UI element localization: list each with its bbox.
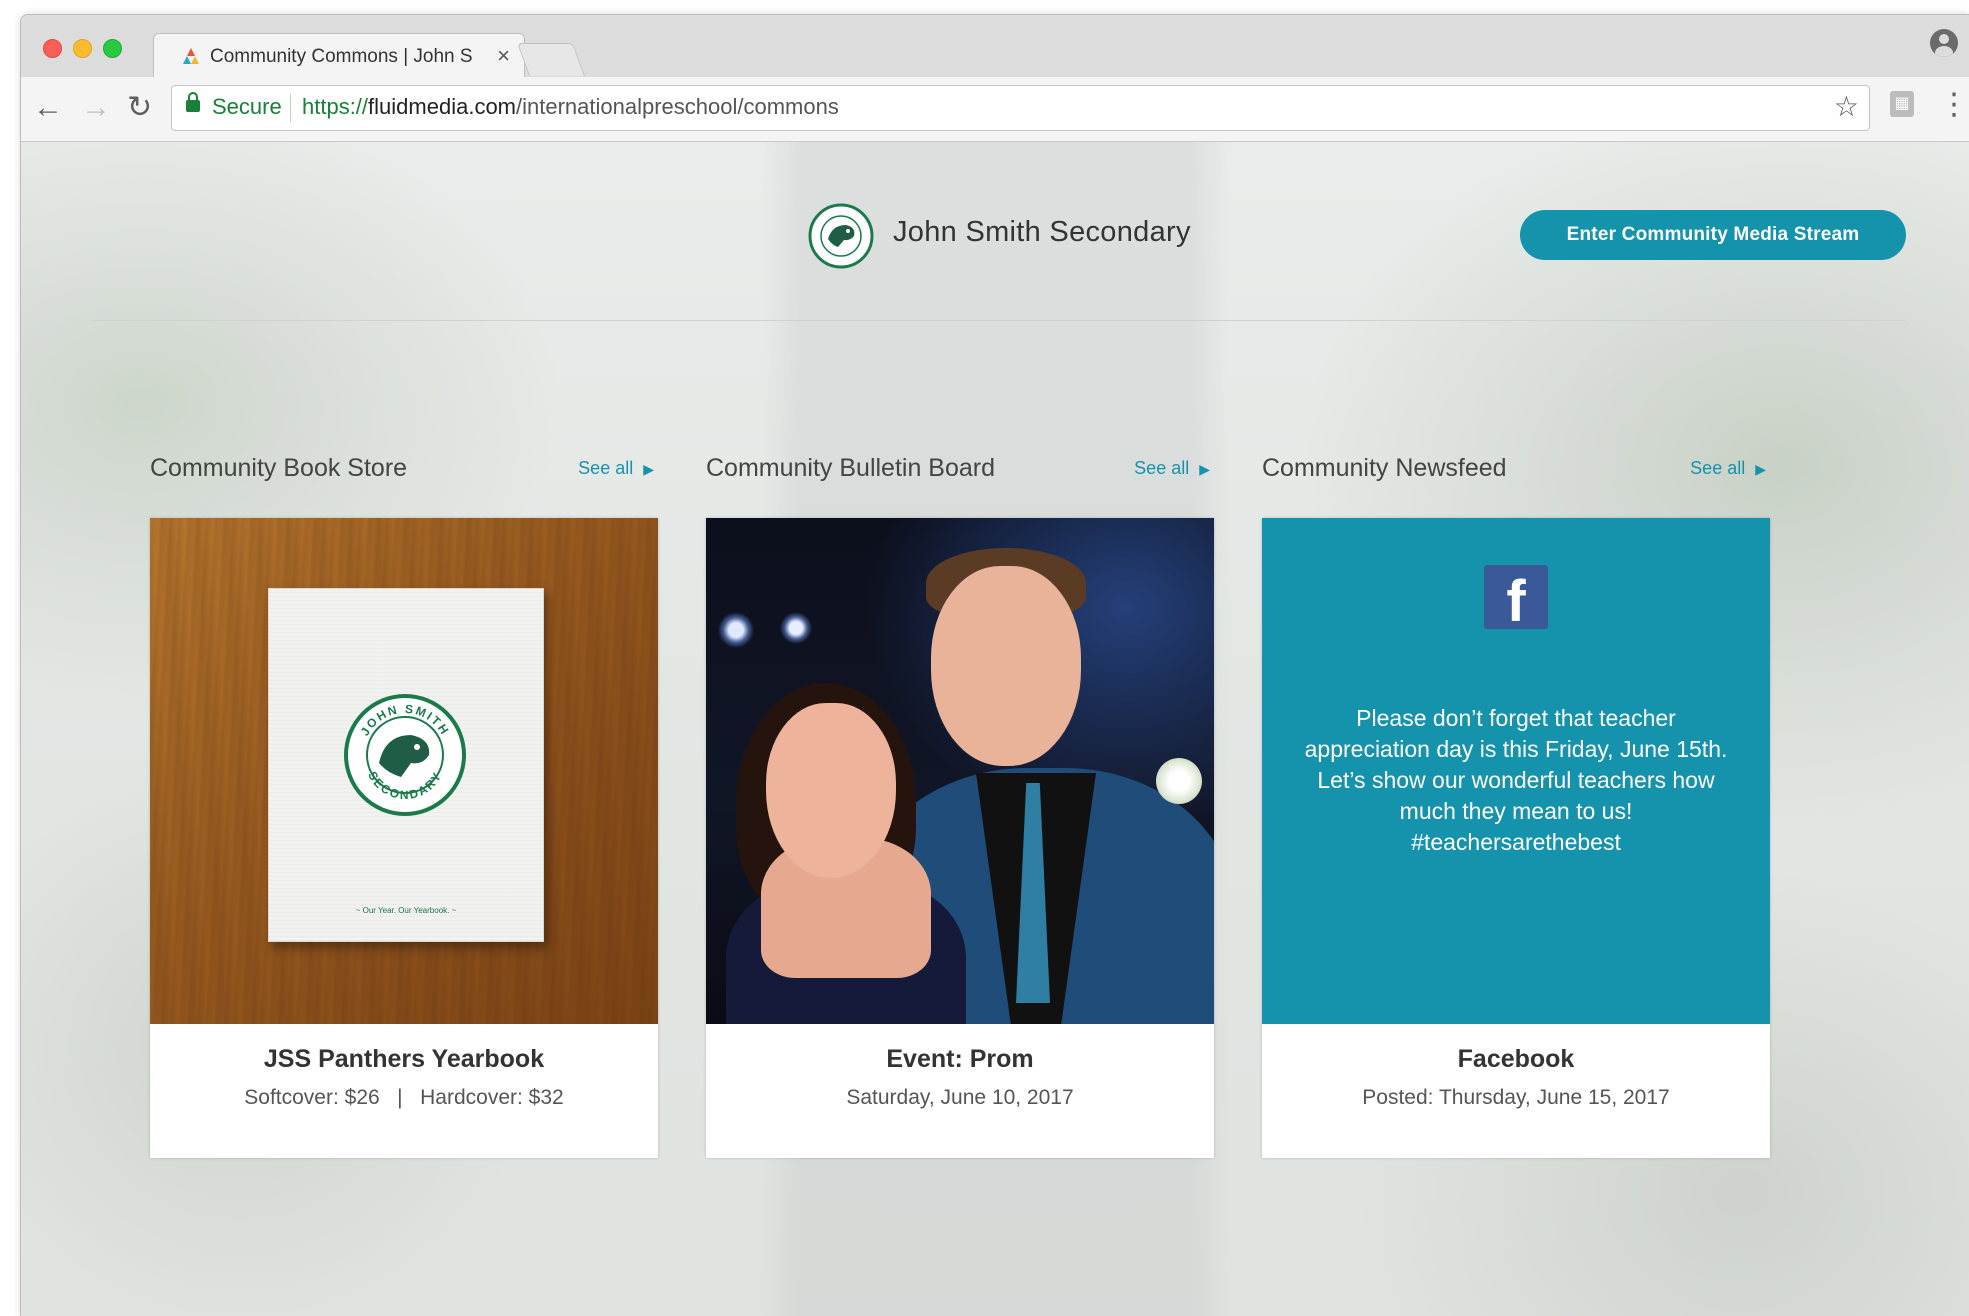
browser-window: Community Commons | John S × ← → ↻ Secur…: [20, 14, 1969, 1316]
enter-media-stream-button[interactable]: Enter Community Media Stream: [1520, 210, 1906, 260]
card-title: JSS Panthers Yearbook: [263, 1045, 545, 1073]
extension-icon[interactable]: ▦: [1890, 91, 1914, 117]
prom-event-card[interactable]: Event: Prom Saturday, June 10, 2017: [706, 518, 1214, 1158]
caret-right-icon: ▶: [643, 461, 654, 477]
site-favicon-icon: [183, 48, 199, 64]
caret-right-icon: ▶: [1199, 461, 1210, 477]
photo-corsage: [1156, 758, 1202, 804]
photo-figure-face: [931, 566, 1081, 766]
card-price: Softcover: $26 | Hardcover: $32: [244, 1086, 564, 1109]
reload-icon[interactable]: ↻: [127, 91, 152, 125]
tab-strip: Community Commons | John S ×: [21, 15, 1969, 78]
facebook-post-card[interactable]: f Please don’t forget that teacher appre…: [1262, 518, 1770, 1158]
browser-toolbar: ← → ↻ Secure https://fluidmedia.com/inte…: [21, 77, 1969, 142]
card-date: Posted: Thursday, June 15, 2017: [1362, 1086, 1670, 1109]
school-name: John Smith Secondary: [893, 216, 1191, 248]
facebook-post-text: Please don’t forget that teacher appreci…: [1304, 705, 1728, 855]
see-all-link[interactable]: See all ▶: [578, 458, 654, 479]
card-title: Facebook: [1457, 1045, 1575, 1073]
url-text[interactable]: https://fluidmedia.com/internationalpres…: [302, 94, 839, 120]
yearbook-cover: JOHN SMITH SECONDARY ~ Our Year. Our Yea…: [268, 588, 544, 942]
maximize-window-button[interactable]: [103, 39, 122, 58]
see-all-label: See all: [1134, 458, 1190, 478]
url-path: /internationalpreschool/commons: [516, 94, 839, 119]
photo-figure-face: [766, 703, 896, 878]
facebook-glyph: f: [1506, 569, 1526, 634]
see-all-link[interactable]: See all ▶: [1690, 458, 1766, 479]
card-title: Event: Prom: [886, 1045, 1034, 1073]
star-icon[interactable]: ☆: [1834, 90, 1859, 123]
school-logo-icon: [808, 203, 874, 269]
url-host: fluidmedia.com: [368, 94, 516, 119]
see-all-label: See all: [578, 458, 634, 478]
tab-title: Community Commons | John S: [210, 46, 473, 67]
address-separator: [290, 94, 291, 122]
facebook-icon: f: [1484, 565, 1548, 634]
lock-icon: [186, 92, 200, 112]
tab-community-commons[interactable]: Community Commons | John S ×: [153, 33, 525, 78]
school-header: John Smith Secondary Enter Community Med…: [21, 142, 1969, 322]
tab-close-icon[interactable]: ×: [497, 43, 510, 69]
yearbook-card[interactable]: JOHN SMITH SECONDARY ~ Our Year. Our Yea…: [150, 518, 658, 1158]
caret-right-icon: ▶: [1755, 461, 1766, 477]
secure-label: Secure: [212, 94, 282, 119]
page-content: John Smith Secondary Enter Community Med…: [21, 142, 1969, 1316]
url-scheme: https://: [302, 94, 369, 119]
profile-icon[interactable]: [1930, 29, 1958, 57]
address-bar[interactable]: Secure https://fluidmedia.com/internatio…: [171, 85, 1870, 131]
minimize-window-button[interactable]: [73, 39, 92, 58]
forward-arrow-icon[interactable]: →: [81, 91, 111, 125]
menu-kebab-icon[interactable]: ⋮: [1939, 87, 1969, 122]
section-title: Community Bulletin Board: [706, 454, 996, 482]
facebook-post-panel: f Please don’t forget that teacher appre…: [1262, 518, 1770, 1024]
header-divider: [91, 320, 1906, 321]
book-tagline: ~ Our Year. Our Yearbook. ~: [355, 906, 457, 915]
school-seal-icon: JOHN SMITH SECONDARY: [344, 694, 466, 816]
section-title: Community Book Store: [150, 454, 408, 482]
see-all-link[interactable]: See all ▶: [1134, 458, 1210, 479]
see-all-label: See all: [1690, 458, 1746, 478]
section-title: Community Newsfeed: [1262, 454, 1507, 482]
new-tab-button[interactable]: [516, 43, 586, 76]
prom-photo: [706, 518, 1214, 1024]
back-arrow-icon[interactable]: ←: [33, 91, 63, 125]
close-window-button[interactable]: [43, 39, 62, 58]
card-date: Saturday, June 10, 2017: [846, 1086, 1074, 1109]
yearbook-image: JOHN SMITH SECONDARY ~ Our Year. Our Yea…: [150, 518, 658, 1024]
